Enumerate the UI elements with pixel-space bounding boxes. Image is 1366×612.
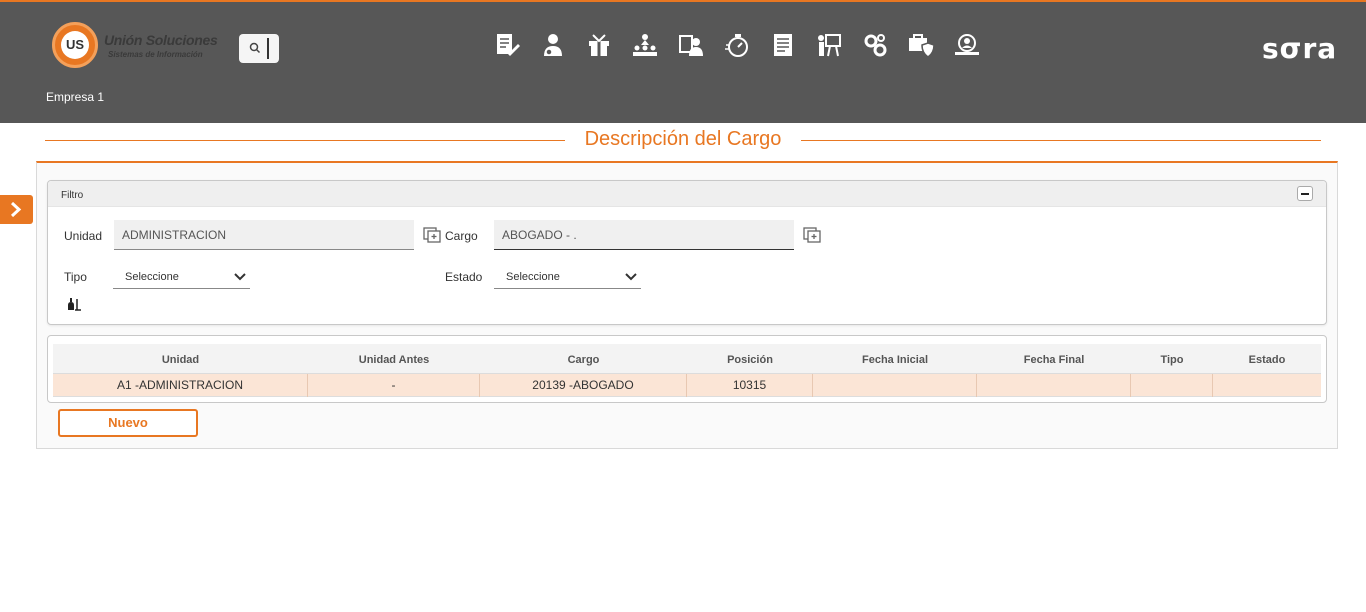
presentation-icon[interactable] <box>816 32 842 58</box>
logo-subtitle: Sistemas de Información <box>108 50 203 59</box>
estado-select[interactable]: Seleccione <box>494 265 641 289</box>
logo-circle: US <box>52 22 98 68</box>
filter-panel: Filtro <box>47 180 1327 325</box>
search-button[interactable] <box>239 34 279 63</box>
company-name: Empresa 1 <box>46 90 105 104</box>
col-cargo[interactable]: Cargo <box>480 354 687 366</box>
nuevo-button[interactable]: Nuevo <box>58 409 198 437</box>
cell-tipo <box>1131 374 1213 397</box>
table-header: Unidad Unidad Antes Cargo Posición Fecha… <box>53 344 1321 374</box>
estado-label: Estado <box>445 270 483 284</box>
add-cargo-icon[interactable] <box>803 227 821 243</box>
user-search-icon[interactable] <box>954 32 980 58</box>
search-icon <box>249 42 261 54</box>
sidebar-toggle-button[interactable] <box>0 195 33 224</box>
gift-icon[interactable] <box>586 32 612 58</box>
sora-brand-logo: sσra <box>1262 32 1338 65</box>
logo-mark: US <box>61 31 89 59</box>
collapse-button[interactable] <box>1297 186 1313 201</box>
results-table: Unidad Unidad Antes Cargo Posición Fecha… <box>47 335 1327 403</box>
clear-filter-icon[interactable] <box>67 297 81 311</box>
cell-fecha-inicial <box>813 374 977 397</box>
stopwatch-icon[interactable] <box>724 32 750 58</box>
page-title-bar: Descripción del Cargo <box>45 126 1321 154</box>
chevron-down-icon <box>625 273 637 281</box>
col-tipo[interactable]: Tipo <box>1131 354 1213 366</box>
tipo-select[interactable]: Seleccione <box>113 265 250 289</box>
table-row[interactable]: A1 -ADMINISTRACION - 20139 -ABOGADO 1031… <box>53 374 1321 397</box>
cell-posicion: 10315 <box>687 374 813 397</box>
search-caret <box>267 38 269 59</box>
filter-title: Filtro <box>61 190 84 201</box>
org-chart-icon[interactable] <box>632 32 658 58</box>
tipo-select-value: Seleccione <box>125 271 179 283</box>
add-unidad-icon[interactable] <box>423 227 441 243</box>
unidad-field[interactable]: ADMINISTRACION <box>114 220 414 250</box>
unidad-label: Unidad <box>64 229 103 243</box>
cell-unidad-antes: - <box>308 374 480 397</box>
minus-icon <box>1301 193 1309 195</box>
company-logo[interactable]: US Unión Soluciones Sistemas de Informac… <box>52 22 222 70</box>
user-settings-icon[interactable] <box>540 32 566 58</box>
cargo-field[interactable]: ABOGADO - . <box>494 220 794 250</box>
col-unidad-antes[interactable]: Unidad Antes <box>308 354 480 366</box>
top-bar: US Unión Soluciones Sistemas de Informac… <box>0 0 1366 123</box>
cell-cargo: 20139 -ABOGADO <box>480 374 687 397</box>
cell-estado <box>1213 374 1321 397</box>
page-title: Descripción del Cargo <box>574 128 792 150</box>
col-posicion[interactable]: Posición <box>687 354 813 366</box>
filter-header: Filtro <box>48 181 1326 207</box>
col-fecha-inicial[interactable]: Fecha Inicial <box>813 354 977 366</box>
report-icon[interactable] <box>770 32 796 58</box>
chevron-down-icon <box>234 273 246 281</box>
estado-select-value: Seleccione <box>506 271 560 283</box>
logo-title: Unión Soluciones <box>104 32 218 48</box>
gears-icon[interactable] <box>862 32 888 58</box>
col-fecha-final[interactable]: Fecha Final <box>977 354 1131 366</box>
cell-fecha-final <box>977 374 1131 397</box>
col-unidad[interactable]: Unidad <box>53 354 308 366</box>
cell-unidad: A1 -ADMINISTRACION <box>53 374 308 397</box>
tipo-label: Tipo <box>64 270 87 284</box>
id-card-user-icon[interactable] <box>678 32 704 58</box>
col-estado[interactable]: Estado <box>1213 354 1321 366</box>
cargo-label: Cargo <box>445 229 478 243</box>
document-edit-icon[interactable] <box>494 32 520 58</box>
chevron-right-icon <box>10 202 22 217</box>
briefcase-shield-icon[interactable] <box>908 32 934 58</box>
